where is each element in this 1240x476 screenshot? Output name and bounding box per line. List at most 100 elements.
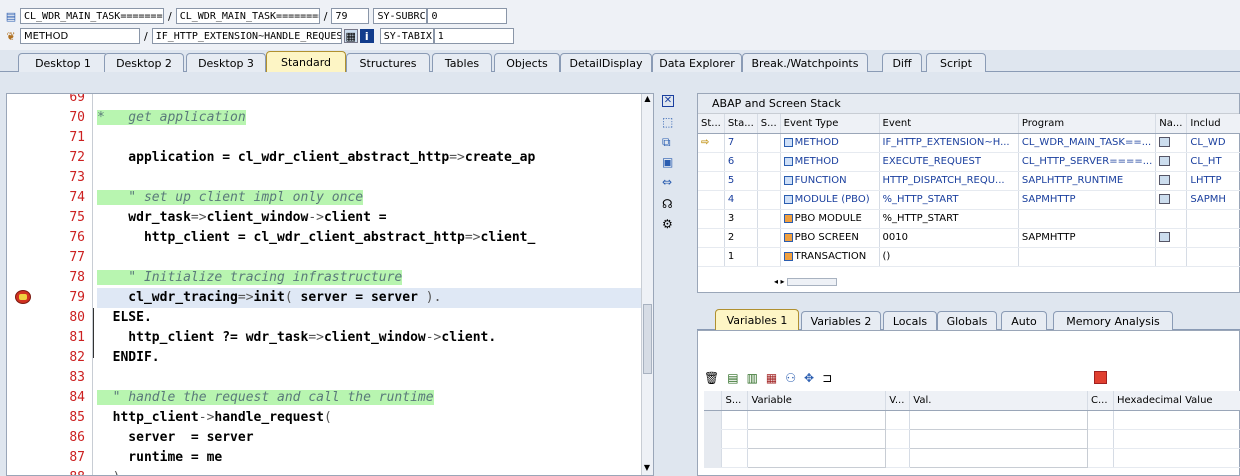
col-includ[interactable]: Includ <box>1186 114 1240 134</box>
col-variable[interactable]: Variable <box>747 391 887 411</box>
variable-row[interactable] <box>704 409 1240 430</box>
navigate-icon[interactable] <box>1159 137 1171 147</box>
stack-row[interactable]: 6 METHOD EXECUTE_REQUEST CL_HTTP_SERVER====… <box>698 152 1240 172</box>
code-line[interactable]: " set up client impl only once <box>97 188 364 208</box>
tab-script[interactable]: Script <box>926 53 986 72</box>
delete-icon[interactable]: 🗑 <box>704 371 719 387</box>
tab-globals[interactable]: Globals <box>937 311 997 330</box>
settings-tool-icon[interactable]: ⚙ <box>662 217 673 231</box>
stack-navigate[interactable] <box>1155 190 1188 210</box>
col-event[interactable]: Event <box>879 114 1019 134</box>
stack-program <box>1018 209 1157 229</box>
navigate-icon[interactable] <box>1159 232 1171 242</box>
stack-hscroll[interactable]: ◂ ▸ <box>774 277 864 289</box>
tab-desktop-2[interactable]: Desktop 2 <box>104 53 184 72</box>
tab-variables-2[interactable]: Variables 2 <box>801 311 881 330</box>
stack-row[interactable]: ⇨ 7 METHOD IF_HTTP_EXTENSION~H... CL_WDR_MAI… <box>698 133 1240 153</box>
code-line[interactable]: cl_wdr_tracing=>init( server = server ). <box>97 288 441 308</box>
move-icon[interactable]: ✥ <box>804 371 814 387</box>
col-program[interactable]: Program <box>1018 114 1157 134</box>
table-icon[interactable]: ▦ <box>766 371 777 387</box>
col-event-type[interactable]: Event Type <box>780 114 880 134</box>
services-tool-icon[interactable]: ☊ <box>662 197 673 211</box>
code-line[interactable]: ENDIF. <box>97 348 160 368</box>
main-program-field[interactable]: CL_WDR_MAIN_TASK============= <box>20 8 164 24</box>
navigate-icon[interactable] <box>1159 175 1171 185</box>
tab-variables-1[interactable]: Variables 1 <box>715 309 799 330</box>
code-line[interactable]: server = server <box>97 428 253 448</box>
close-tool-icon[interactable]: ✕ <box>662 95 674 107</box>
tab-standard[interactable]: Standard <box>266 51 346 72</box>
scroll-up-icon[interactable]: ▲ <box>642 94 653 106</box>
col-na[interactable]: Na... <box>1155 114 1188 134</box>
tab-detail-display[interactable]: DetailDisplay <box>560 53 652 72</box>
col-c[interactable]: C... <box>1087 391 1114 411</box>
tab-memory-analysis[interactable]: Memory Analysis <box>1053 311 1173 330</box>
variable-row[interactable] <box>704 428 1240 449</box>
compare-icon[interactable]: ▥ <box>747 371 758 387</box>
code-line[interactable]: " Initialize tracing infrastructure <box>97 268 403 288</box>
navigate-icon[interactable] <box>1159 156 1171 166</box>
scroll-down-icon[interactable]: ▼ <box>642 463 652 475</box>
new-tool-icon[interactable]: ⬚ <box>662 115 673 129</box>
stack-include: LHTTP <box>1186 171 1240 191</box>
code-line[interactable]: ELSE. <box>97 308 152 328</box>
tab-diff[interactable]: Diff <box>882 53 922 72</box>
tab-structures[interactable]: Structures <box>346 53 430 72</box>
code-line[interactable]: http_client->handle_request( <box>97 408 332 428</box>
stack-navigate[interactable] <box>1155 209 1188 229</box>
stack-navigate[interactable] <box>1155 133 1188 153</box>
stack-row[interactable]: 4 MODULE (PBO) %_HTTP_START SAPMHTTP SAPMH <box>698 190 1240 210</box>
code-line[interactable]: ). <box>97 468 129 475</box>
col-s[interactable]: S... <box>757 114 781 134</box>
col-v[interactable]: V... <box>885 391 911 411</box>
code-line[interactable]: http_client = cl_wdr_client_abstract_htt… <box>97 228 535 248</box>
code-line[interactable]: " handle the request and call the runtim… <box>97 388 434 408</box>
tab-tables[interactable]: Tables <box>432 53 492 72</box>
editor-scrollbar[interactable]: ▲ ▼ <box>641 94 653 475</box>
variable-row[interactable] <box>704 447 1240 468</box>
navigate-icon[interactable] <box>1159 194 1171 204</box>
save-icon[interactable] <box>1094 371 1107 384</box>
swap-tool-icon[interactable]: ⧉ <box>662 135 671 150</box>
col-vs[interactable]: S... <box>721 391 749 411</box>
stack-navigate[interactable] <box>1155 171 1188 191</box>
code-token: ( <box>323 410 332 425</box>
maximize-tool-icon[interactable]: ▣ <box>662 155 673 169</box>
tab-data-explorer[interactable]: Data Explorer <box>652 53 742 72</box>
stack-navigate[interactable] <box>1155 152 1188 172</box>
navigate-icon[interactable]: ▦ <box>343 29 358 43</box>
tab-objects[interactable]: Objects <box>494 53 560 72</box>
col-hex[interactable]: Hexadecimal Value <box>1113 391 1240 411</box>
folder-icon[interactable]: ⊐ <box>822 371 832 387</box>
line-field[interactable]: 79 <box>331 8 370 24</box>
stack-row[interactable]: 5 FUNCTION HTTP_DISPATCH_REQU... SAPLHTTP_R… <box>698 171 1240 191</box>
tab-auto[interactable]: Auto <box>1001 311 1047 330</box>
include-field[interactable]: CL_WDR_MAIN_TASK============= <box>175 8 320 24</box>
code-line[interactable]: application = cl_wdr_client_abstract_htt… <box>97 148 535 168</box>
col-st[interactable]: St... <box>698 114 725 134</box>
info-icon[interactable]: i <box>359 29 374 43</box>
detail-icon[interactable]: ▤ <box>727 371 738 387</box>
code-line[interactable]: http_client ?= wdr_task=>client_window->… <box>97 328 496 348</box>
stack-row[interactable]: 1 TRANSACTION() <box>698 247 1240 267</box>
tab-desktop-3[interactable]: Desktop 3 <box>186 53 266 72</box>
code-line[interactable]: * get application <box>97 108 246 128</box>
source-code-editor[interactable]: 69 70 71 72 73 74 75 76 77 78 79 80 81 82 83 84 85 86 87 88… <box>6 93 654 476</box>
code-line[interactable]: runtime = me <box>97 448 222 468</box>
col-val[interactable]: Val. <box>909 391 1088 411</box>
scroll-thumb[interactable] <box>643 304 652 374</box>
breakpoint-gutter[interactable] <box>7 94 37 475</box>
resize-tool-icon[interactable]: ⇔ <box>662 175 672 189</box>
stack-navigate[interactable] <box>1155 228 1188 248</box>
col-sta[interactable]: Sta... <box>724 114 758 134</box>
event-field[interactable]: IF_HTTP_EXTENSION~HANDLE_REQUEST (CL_WDR… <box>151 28 342 44</box>
stack-navigate[interactable] <box>1155 247 1188 267</box>
stack-row[interactable]: 3 PBO MODULE %_HTTP_START <box>698 209 1240 229</box>
tab-locals[interactable]: Locals <box>883 311 937 330</box>
tab-desktop-1[interactable]: Desktop 1 <box>18 53 108 72</box>
code-line[interactable]: wdr_task=>client_window->client = <box>97 208 386 228</box>
tree-icon[interactable]: ⚇ <box>785 371 796 387</box>
tab-break-watchpoints[interactable]: Break./Watchpoints <box>742 53 868 72</box>
stack-row[interactable]: 2 PBO SCREEN 0010 SAPMHTTP <box>698 228 1240 248</box>
